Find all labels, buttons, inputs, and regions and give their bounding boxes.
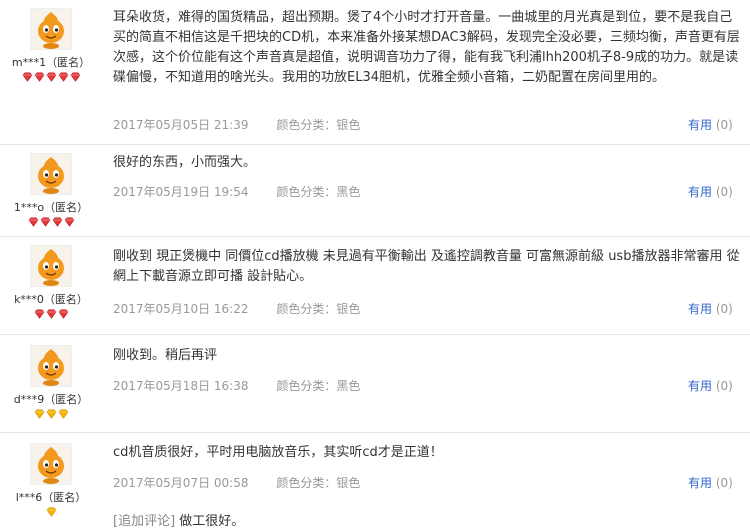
review-meta: 2017年05月10日 16:22 颜色分类：银色 — [113, 300, 360, 317]
reviewer-info: k***0（匿名） — [0, 245, 102, 323]
gold-diamond-icon — [46, 409, 57, 419]
reviewer-level-badge — [0, 409, 102, 423]
review-item: k***0（匿名） 剛收到 現正煲機中 同價位cd播放機 未見過有平衡輸出 及遙… — [0, 237, 750, 335]
review-color-option: 颜色分类：银色 — [276, 118, 361, 132]
review-content: cd机音质很好，平时用电脑放音乐，其实听cd才是正道！ — [113, 443, 743, 463]
red-heart-icon — [40, 217, 51, 227]
helpful-count: (0) — [715, 118, 733, 132]
helpful-count: (0) — [715, 302, 733, 316]
reviewer-level-badge — [0, 507, 102, 521]
review-date: 2017年05月07日 00:58 — [113, 476, 249, 490]
review-meta: 2017年05月18日 16:38 颜色分类：黑色 — [113, 377, 360, 394]
review-color-option: 颜色分类：银色 — [276, 476, 361, 490]
red-heart-icon — [34, 72, 45, 82]
review-text: cd机音质很好，平时用电脑放音乐，其实听cd才是正道！ — [113, 445, 443, 460]
avatar[interactable] — [30, 245, 72, 287]
helpful-count: (0) — [715, 185, 733, 199]
red-heart-icon — [46, 72, 57, 82]
avatar-mascot-icon — [31, 444, 71, 484]
helpful-button[interactable]: 有用 — [688, 302, 712, 316]
review-meta: 2017年05月05日 21:39 颜色分类：银色 — [113, 116, 360, 133]
helpful-count: (0) — [715, 476, 733, 490]
appended-review-text: 做工很好。 — [179, 514, 245, 529]
avatar[interactable] — [30, 153, 72, 195]
review-date: 2017年05月19日 19:54 — [113, 185, 249, 199]
avatar[interactable] — [30, 345, 72, 387]
review-meta: 2017年05月19日 19:54 颜色分类：黑色 — [113, 183, 360, 200]
helpful-button[interactable]: 有用 — [688, 476, 712, 490]
red-heart-icon — [58, 72, 69, 82]
helpful-count: (0) — [715, 379, 733, 393]
avatar-mascot-icon — [31, 346, 71, 386]
red-heart-icon — [34, 309, 45, 319]
helpful-vote: 有用 (0) — [688, 116, 733, 133]
avatar[interactable] — [30, 8, 72, 50]
reviewer-name: m***1（匿名） — [11, 56, 91, 69]
gold-diamond-icon — [58, 409, 69, 419]
review-content: 剛收到 現正煲機中 同價位cd播放機 未見過有平衡輸出 及遙控調教音量 可富無源… — [113, 247, 743, 287]
review-text: 剛收到 現正煲機中 同價位cd播放機 未見過有平衡輸出 及遙控調教音量 可富無源… — [113, 249, 740, 284]
reviewer-info: 1***o（匿名） — [0, 153, 102, 231]
red-heart-icon — [28, 217, 39, 227]
reviewer-level-badge — [0, 72, 102, 86]
red-heart-icon — [70, 72, 81, 82]
avatar-mascot-icon — [31, 246, 71, 286]
red-heart-icon — [46, 309, 57, 319]
review-content: 很好的东西，小而强大。 — [113, 153, 743, 173]
gold-diamond-icon — [34, 409, 45, 419]
helpful-vote: 有用 (0) — [688, 183, 733, 200]
review-item: m***1（匿名） 耳朵收货，难得的国货精品，超出预期。煲了4个小时才打开音量。… — [0, 0, 750, 145]
appended-review-tag: [追加评论] — [113, 514, 176, 529]
reviewer-level-badge — [0, 217, 102, 231]
review-color-option: 颜色分类：黑色 — [276, 379, 361, 393]
review-color-option: 颜色分类：黑色 — [276, 185, 361, 199]
review-content: 刚收到。稍后再评 — [113, 346, 743, 366]
review-content: 耳朵收货，难得的国货精品，超出预期。煲了4个小时才打开音量。一曲城里的月光真是到… — [113, 8, 743, 88]
review-date: 2017年05月05日 21:39 — [113, 118, 249, 132]
review-color-option: 颜色分类：银色 — [276, 302, 361, 316]
review-date: 2017年05月10日 16:22 — [113, 302, 249, 316]
red-heart-icon — [58, 309, 69, 319]
avatar[interactable] — [30, 443, 72, 485]
review-text: 很好的东西，小而强大。 — [113, 155, 257, 170]
red-heart-icon — [64, 217, 75, 227]
reviewer-name: 1***o（匿名） — [13, 201, 89, 214]
helpful-button[interactable]: 有用 — [688, 185, 712, 199]
reviewer-name: d***9（匿名） — [13, 393, 89, 406]
review-text: 刚收到。稍后再评 — [113, 348, 218, 363]
review-meta: 2017年05月07日 00:58 颜色分类：银色 — [113, 474, 360, 491]
reviewer-info: l***6（匿名） — [0, 443, 102, 521]
reviewer-name: k***0（匿名） — [14, 293, 88, 306]
reviewer-info: d***9（匿名） — [0, 345, 102, 423]
reviewer-name: l***6（匿名） — [15, 491, 87, 504]
review-date: 2017年05月18日 16:38 — [113, 379, 249, 393]
reviewer-info: m***1（匿名） — [0, 8, 102, 86]
appended-review: [追加评论] 做工很好。 — [113, 510, 244, 529]
review-item: l***6（匿名） cd机音质很好，平时用电脑放音乐，其实听cd才是正道！ 20… — [0, 433, 750, 531]
helpful-button[interactable]: 有用 — [688, 118, 712, 132]
helpful-vote: 有用 (0) — [688, 377, 733, 394]
review-text: 耳朵收货，难得的国货精品，超出预期。煲了4个小时才打开音量。一曲城里的月光真是到… — [113, 10, 740, 85]
helpful-vote: 有用 (0) — [688, 474, 733, 491]
gold-diamond-icon — [46, 507, 57, 517]
review-item: 1***o（匿名） 很好的东西，小而强大。 2017年05月19日 19:54 … — [0, 145, 750, 237]
avatar-mascot-icon — [31, 9, 71, 49]
red-heart-icon — [22, 72, 33, 82]
red-heart-icon — [52, 217, 63, 227]
avatar-mascot-icon — [31, 154, 71, 194]
helpful-button[interactable]: 有用 — [688, 379, 712, 393]
helpful-vote: 有用 (0) — [688, 300, 733, 317]
reviewer-level-badge — [0, 309, 102, 323]
review-item: d***9（匿名） 刚收到。稍后再评 2017年05月18日 16:38 颜色分… — [0, 335, 750, 433]
